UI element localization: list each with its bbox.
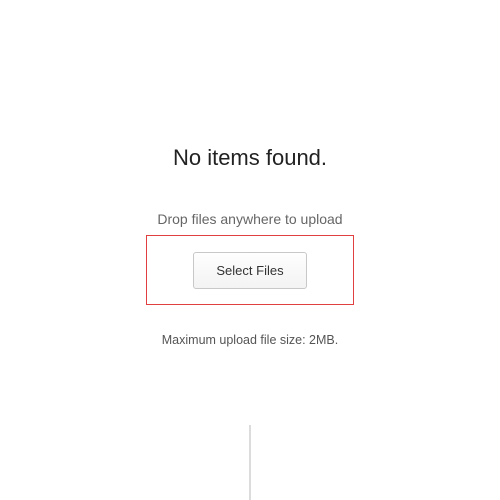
max-upload-size-text: Maximum upload file size: 2MB.: [162, 333, 338, 347]
upload-highlight-box: Select Files: [146, 235, 354, 305]
drop-files-hint: Drop files anywhere to upload: [157, 211, 342, 227]
vertical-divider: [249, 425, 251, 500]
select-files-button[interactable]: Select Files: [193, 252, 306, 289]
empty-state-heading: No items found.: [173, 145, 327, 171]
